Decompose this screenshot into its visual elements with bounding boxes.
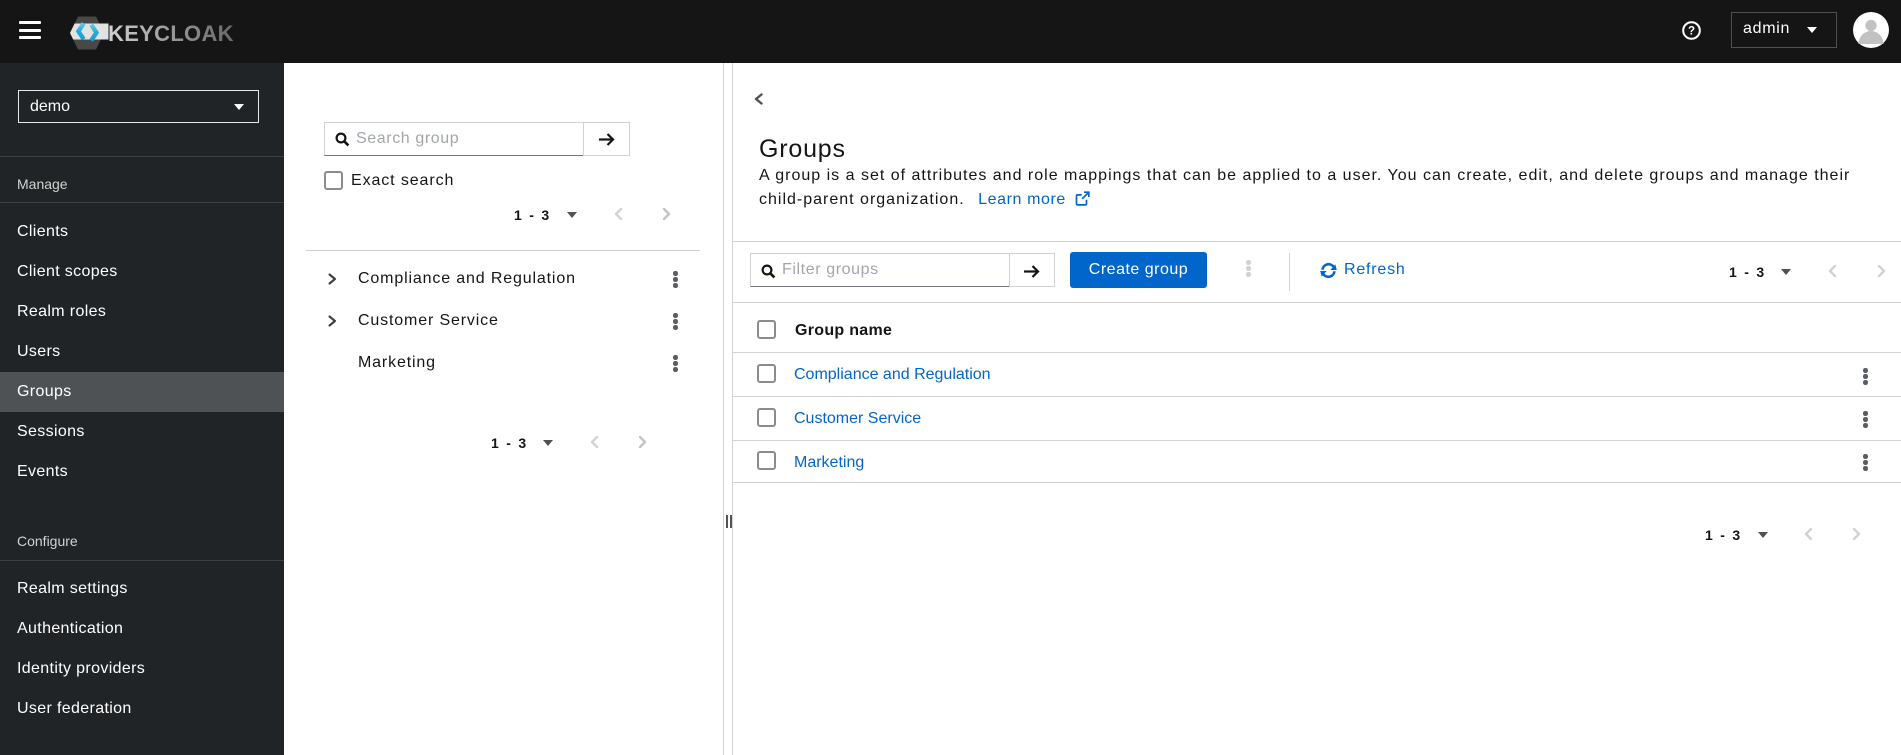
- svg-text:?: ?: [1688, 26, 1695, 38]
- svg-text:KEYCLOAK: KEYCLOAK: [108, 21, 234, 46]
